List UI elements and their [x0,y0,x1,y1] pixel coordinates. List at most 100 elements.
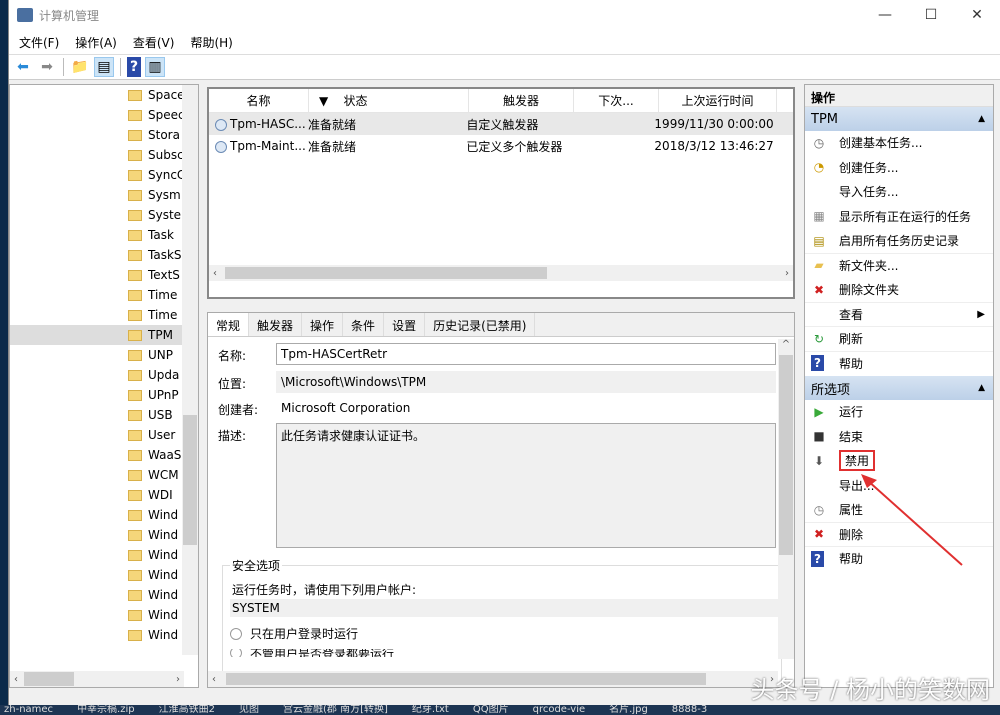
col-next-run[interactable]: 下次... [574,89,659,112]
tree-item[interactable]: TaskS [10,245,198,265]
security-options-title: 安全选项 [230,557,283,574]
taskbar-item[interactable]: 江淮高铁曲2 [159,705,215,715]
taskbar-item[interactable]: QQ图片 [473,705,509,715]
tree-item[interactable]: Syste [10,205,198,225]
tree-item[interactable]: Time [10,305,198,325]
tree-item[interactable]: SyncC [10,165,198,185]
action-items1-3[interactable]: ▦ 显示所有正在运行的任务 [805,205,993,230]
section-selected-item[interactable]: 所选项 ▲ [805,376,993,400]
forward-arrow-icon[interactable]: ➡ [37,57,57,77]
detail-horizontal-scrollbar[interactable]: ‹ › [208,671,778,687]
taskbar-item[interactable]: zh-namec [4,705,53,715]
description-field[interactable]: 此任务请求健康认证证书。 [276,423,776,548]
detail-vertical-scrollbar[interactable]: ^ [778,339,794,659]
taskbar-item[interactable]: 宫云金融(郡 南方[转换] [283,705,388,715]
menu-help[interactable]: 帮助(H) [190,34,232,51]
action-items2-1[interactable]: ■ 结束 [805,425,993,450]
tab-5[interactable]: 历史记录(已禁用) [425,313,536,336]
action-items1-6[interactable]: ✖ 删除文件夹 [805,278,993,303]
tree-item-label: TPM [148,328,173,342]
tree-item[interactable]: Wind [10,525,198,545]
help-icon[interactable]: ? [127,57,141,77]
task-row[interactable]: Tpm-Maint... 准备就绪 已定义多个触发器 2018/3/12 13:46:… [209,135,793,157]
tree-item[interactable]: Stora [10,125,198,145]
tree-item[interactable]: Wind [10,545,198,565]
tree-item[interactable]: Speec [10,105,198,125]
action-items1-7[interactable]: 查看 ▶ [805,303,993,327]
tree-item-label: Wind [148,588,179,602]
folder-icon: ▰ [814,258,824,273]
tree-item-label: Wind [148,568,179,582]
tree-horizontal-scrollbar[interactable]: ‹ › [10,671,184,687]
taskbar-item[interactable]: 见图 [239,705,259,715]
tree-item[interactable]: Sysm [10,185,198,205]
tree-item[interactable]: WCM [10,465,198,485]
tree-item[interactable]: USB [10,405,198,425]
tree-item[interactable]: Time [10,285,198,305]
action-items2-0[interactable]: ▶ 运行 [805,400,993,425]
action-items1-2[interactable]: 导入任务... [805,180,993,205]
run-only-logged-on-radio[interactable]: 只在用户登录时运行 [230,625,358,642]
tree-vertical-scrollbar[interactable] [182,85,198,655]
tab-0[interactable]: 常规 [208,313,250,336]
tree-item[interactable]: UPnP [10,385,198,405]
action-items1-5[interactable]: ▰ 新文件夹... [805,254,993,279]
tree-item[interactable]: WaaS [10,445,198,465]
maximize-button[interactable]: ☐ [908,0,954,30]
menu-action[interactable]: 操作(A) [75,34,117,51]
tree-item[interactable]: Wind [10,625,198,645]
run-whether-logged-on-radio[interactable]: 不管用户是否登录都要运行 [230,649,394,657]
list-horizontal-scrollbar[interactable]: ‹ › [209,265,793,281]
tree-item[interactable]: TextS [10,265,198,285]
show-hide-tree-icon[interactable]: ▤ [94,57,114,77]
taskbar-item[interactable]: qrcode-vie [533,705,586,715]
tab-3[interactable]: 条件 [343,313,385,336]
action-items1-9[interactable]: ? 帮助 [805,352,993,377]
app-icon [17,8,33,22]
tree-item[interactable]: TPM [10,325,198,345]
col-trigger[interactable]: 触发器 [469,89,574,112]
tree-item[interactable]: Upda [10,365,198,385]
tree-item[interactable]: Subsc [10,145,198,165]
menu-file[interactable]: 文件(F) [19,34,59,51]
action-items1-8[interactable]: ↻ 刷新 [805,327,993,352]
col-name[interactable]: 名称 [209,89,309,112]
tree-item[interactable]: Wind [10,505,198,525]
menu-view[interactable]: 查看(V) [133,34,175,51]
taskbar-item[interactable]: 中莘宗稿.zip [77,705,135,715]
tree-item[interactable]: User [10,425,198,445]
col-last-run[interactable]: 上次运行时间 [659,89,777,112]
show-hide-action-pane-icon[interactable]: ▥ [145,57,165,77]
tree-item[interactable]: UNP [10,345,198,365]
tree-item[interactable]: Space [10,85,198,105]
action-label: 查看 [839,307,864,322]
folder-icon [128,129,142,141]
tab-1[interactable]: 触发器 [249,313,303,336]
tab-4[interactable]: 设置 [384,313,426,336]
tree-item[interactable]: Wind [10,585,198,605]
close-button[interactable]: ✕ [954,0,1000,30]
taskbar-item[interactable]: 名片.jpg [609,705,648,715]
tree-item[interactable]: Task [10,225,198,245]
tab-2[interactable]: 操作 [302,313,344,336]
taskbar-item[interactable]: 纪芽.txt [412,705,449,715]
name-label: 名称: [218,349,247,363]
action-items1-0[interactable]: ◷ 创建基本任务... [805,131,993,156]
section-tpm[interactable]: TPM ▲ [805,107,993,131]
action-items1-4[interactable]: ▤ 启用所有任务历史记录 [805,229,993,254]
tree-item[interactable]: WDI [10,485,198,505]
up-folder-icon[interactable]: 📁 [70,57,90,77]
task-row[interactable]: Tpm-HASC... 准备就绪 自定义触发器 1999/11/30 0:00:00 [209,113,793,135]
tree-item[interactable]: Wind [10,605,198,625]
disable-icon: ⬇ [813,453,825,468]
tree-item[interactable]: Wind [10,565,198,585]
back-arrow-icon[interactable]: ⬅ [13,57,33,77]
taskbar-item[interactable]: 8888-3 [672,705,707,715]
action-label: 刷新 [839,332,864,347]
minimize-button[interactable]: — [862,0,908,30]
action-items1-1[interactable]: ◔ 创建任务... [805,156,993,181]
name-field[interactable]: Tpm-HASCertRetr [276,343,776,365]
help-icon: ? [811,550,824,567]
blank-icon [811,306,827,322]
col-status[interactable]: ▼ 状态 [309,89,469,112]
